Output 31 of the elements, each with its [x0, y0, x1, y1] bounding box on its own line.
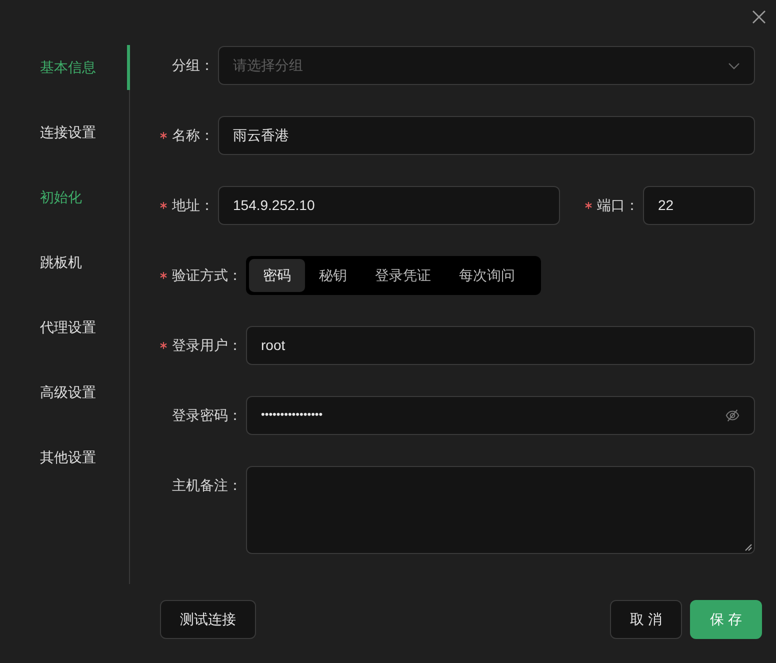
action-button[interactable]: 测试连接: [160, 600, 256, 639]
action-button[interactable]: 取 消: [610, 600, 682, 639]
field-label: 地址：: [172, 196, 214, 215]
sidebar-item[interactable]: 高级设置: [0, 370, 130, 415]
segment-option[interactable]: 登录凭证: [361, 259, 445, 292]
field-label: 登录密码：: [172, 406, 242, 425]
sidebar-item[interactable]: 基本信息: [0, 45, 130, 90]
sidebar-item[interactable]: 初始化: [0, 175, 130, 220]
field-label: 名称：: [172, 126, 214, 145]
input-field[interactable]: 154.9.252.10: [218, 186, 560, 225]
segment-option[interactable]: 每次询问: [445, 259, 529, 292]
sidebar-item[interactable]: 跳板机: [0, 240, 130, 285]
sidebar-item[interactable]: 代理设置: [0, 305, 130, 350]
input-field[interactable]: 22: [643, 186, 755, 225]
chevron-down-icon: [728, 62, 740, 70]
segment-option[interactable]: 密码: [249, 259, 305, 292]
close-icon: [752, 10, 766, 24]
field-label: 主机备注：: [172, 476, 242, 495]
sidebar-item[interactable]: 连接设置: [0, 110, 130, 155]
field-label: 分组：: [172, 56, 214, 75]
input-field[interactable]: 雨云香港: [218, 116, 755, 155]
sidebar-item[interactable]: 其他设置: [0, 435, 130, 480]
eye-slash-icon[interactable]: [725, 408, 740, 423]
resize-handle-icon[interactable]: [745, 544, 752, 551]
input-field[interactable]: root: [246, 326, 755, 365]
password-field[interactable]: ••••••••••••••••: [246, 396, 755, 435]
field-label: 登录用户：: [172, 336, 242, 355]
segment-option[interactable]: 秘钥: [305, 259, 361, 292]
close-button[interactable]: [750, 8, 768, 26]
field-label: 端口：: [597, 196, 639, 215]
field-label: 验证方式：: [172, 266, 242, 285]
